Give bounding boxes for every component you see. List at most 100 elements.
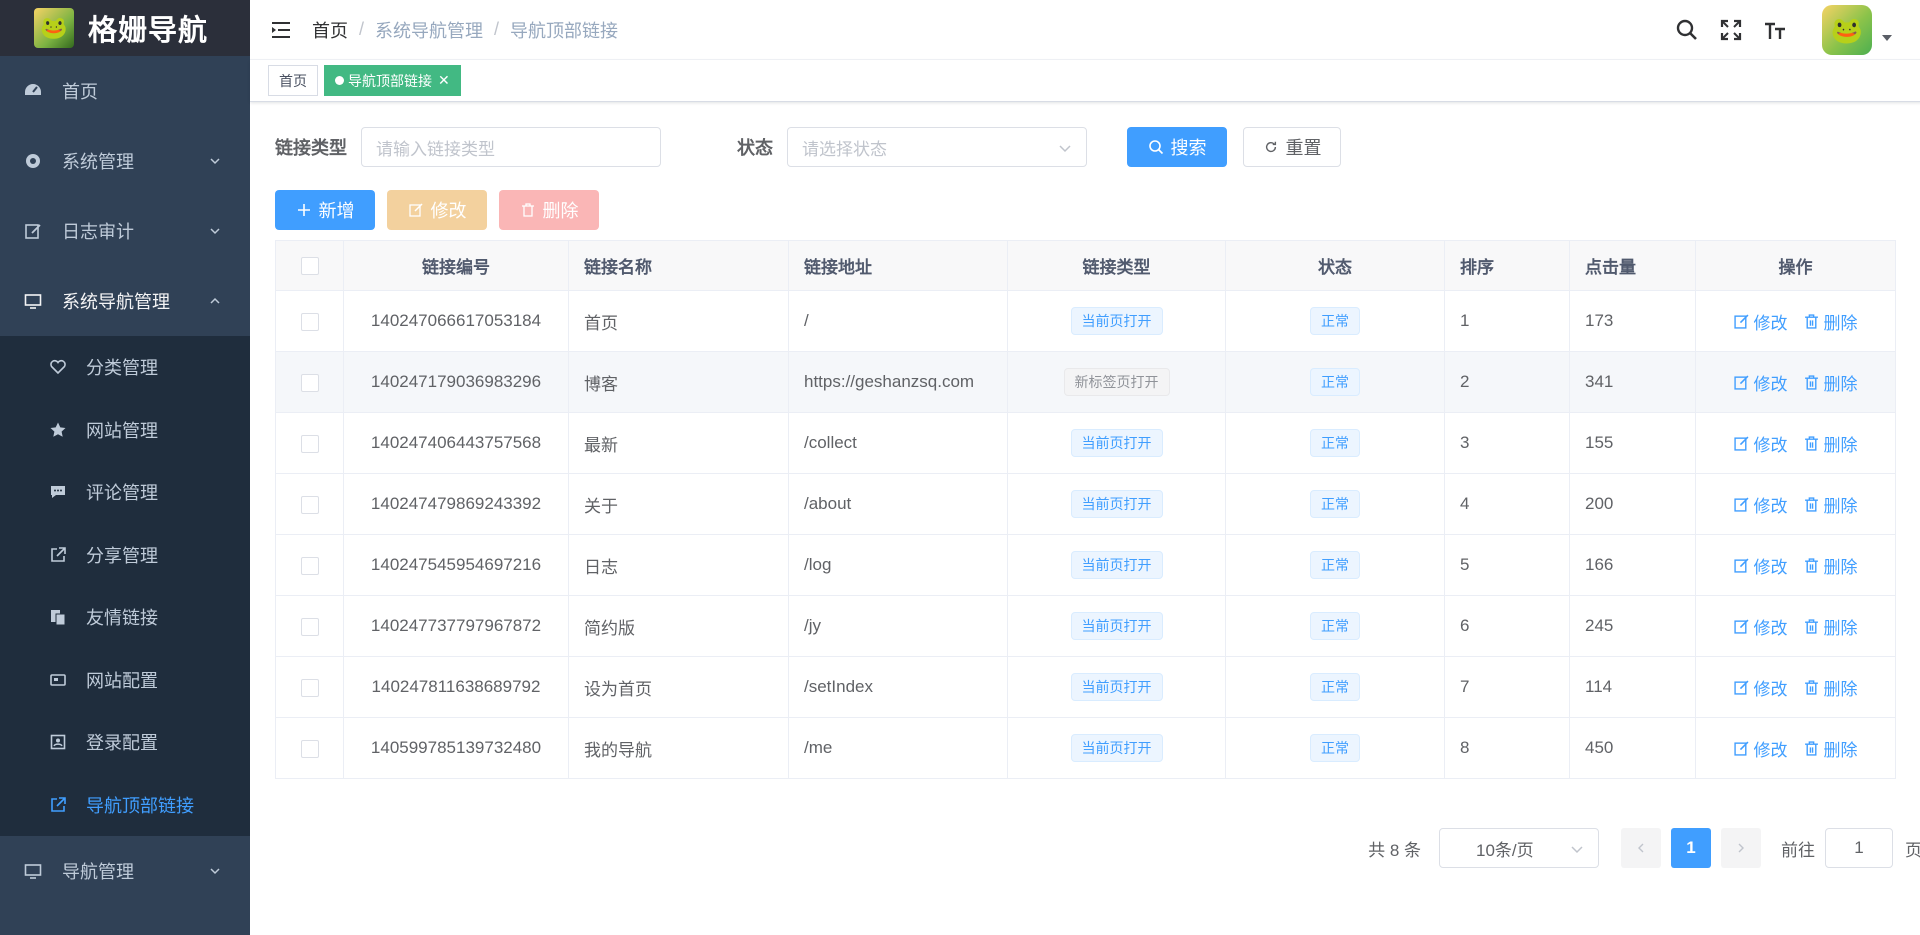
link-id-cell: 140247479869243392 <box>343 473 569 535</box>
sidebar-item-login-config[interactable]: 登录配置 <box>0 711 250 774</box>
row-delete-button[interactable]: 删除 <box>1804 736 1858 761</box>
row-delete-button[interactable]: 删除 <box>1804 675 1858 700</box>
pagination: 共 8 条 10条/页 1 前往 1 页 <box>1368 828 1920 868</box>
table-row[interactable]: 140247406443757568 最新/collect 当前页打开 正常 3 155 修… <box>275 412 1896 474</box>
row-edit-button[interactable]: 修改 <box>1733 614 1788 639</box>
row-delete-button[interactable]: 删除 <box>1804 309 1858 334</box>
row-edit-button[interactable]: 修改 <box>1733 492 1788 517</box>
select-all-checkbox[interactable] <box>300 257 319 276</box>
sidebar-item-category[interactable]: 分类管理 <box>0 336 250 399</box>
row-delete-button[interactable]: 删除 <box>1804 492 1858 517</box>
row-checkbox[interactable] <box>300 739 319 758</box>
reset-button[interactable]: 重置 <box>1243 127 1341 167</box>
row-edit-label: 修改 <box>1753 374 1788 394</box>
row-delete-button[interactable]: 删除 <box>1804 370 1858 395</box>
caret-down-icon[interactable] <box>1882 35 1892 41</box>
sidebar-item-sites[interactable]: 网站管理 <box>0 399 250 462</box>
link-id-cell: 140247179036983296 <box>343 351 569 413</box>
row-delete-button[interactable]: 删除 <box>1804 553 1858 578</box>
hamburger-icon[interactable] <box>270 19 292 41</box>
table-row[interactable]: 140247179036983296 博客 https://geshanzsq.co… <box>275 351 1896 413</box>
breadcrumb-item-home[interactable]: 首页 <box>312 17 348 43</box>
edit-icon <box>24 222 42 240</box>
sidebar-item-label: 评论管理 <box>86 483 158 504</box>
toolbar: 新增 修改 删除 <box>275 190 1896 230</box>
clicks-cell: 245 <box>1569 595 1696 657</box>
star-icon <box>48 420 68 440</box>
status-badge: 正常 <box>1310 734 1360 762</box>
add-button[interactable]: 新增 <box>275 190 375 230</box>
row-edit-button[interactable]: 修改 <box>1733 309 1788 334</box>
logo[interactable]: 🐸 格姗导航 <box>0 0 250 56</box>
status-cell: 正常 <box>1225 412 1445 474</box>
dashboard-icon <box>24 82 42 100</box>
sidebar-item-top-links[interactable]: 导航顶部链接 <box>0 774 250 837</box>
delete-button[interactable]: 删除 <box>499 190 599 230</box>
sidebar-item-nav[interactable]: 导航管理 <box>0 836 250 906</box>
link-type-label: 链接类型 <box>275 138 347 158</box>
table-row[interactable]: 140247066617053184 首页 / 当前页打开 正常 1 173 修改 删除 <box>275 290 1896 352</box>
link-url-cell: /jy <box>788 595 1008 657</box>
close-icon[interactable]: ✕ <box>438 72 450 89</box>
row-edit-button[interactable]: 修改 <box>1733 431 1788 456</box>
edit-button[interactable]: 修改 <box>387 190 487 230</box>
table-row[interactable]: 140247737797967872 简约版/jy 当前页打开 正常 6 245 修改 删除 <box>275 595 1896 657</box>
page-size-value: 10条/页 <box>1476 840 1534 860</box>
table-row[interactable]: 140247479869243392 关于/about 当前页打开 正常 4 200 修改 删… <box>275 473 1896 535</box>
table-row[interactable]: 140599785139732480 我的导航/me 当前页打开 正常 8 450 修改 删除 <box>275 717 1896 779</box>
page-number-active[interactable]: 1 <box>1671 828 1711 868</box>
row-edit-button[interactable]: 修改 <box>1733 370 1788 395</box>
table-row[interactable]: 140247811638689792 设为首页/setIndex 当前页打开 正常 7 1… <box>275 656 1896 718</box>
sidebar-item-share[interactable]: 分享管理 <box>0 524 250 587</box>
row-edit-button[interactable]: 修改 <box>1733 675 1788 700</box>
sidebar-item-friend-links[interactable]: 友情链接 <box>0 586 250 649</box>
row-checkbox[interactable] <box>300 373 319 392</box>
row-checkbox[interactable] <box>300 617 319 636</box>
search-button[interactable]: 搜索 <box>1127 127 1227 167</box>
link-type-cell: 新标签页打开 <box>1007 351 1226 413</box>
row-checkbox[interactable] <box>300 678 319 697</box>
link-name-cell: 博客 <box>568 351 789 413</box>
trash-icon <box>1804 435 1818 451</box>
avatar[interactable]: 🐸 <box>1822 5 1872 55</box>
goto-page-input[interactable]: 1 <box>1825 828 1893 868</box>
next-page-button[interactable] <box>1721 828 1761 868</box>
row-checkbox[interactable] <box>300 495 319 514</box>
status-cell: 正常 <box>1225 534 1445 596</box>
row-delete-label: 删除 <box>1823 374 1858 394</box>
breadcrumb-item-nav-admin[interactable]: 系统导航管理 <box>375 17 483 43</box>
sidebar-item-nav-admin[interactable]: 系统导航管理 <box>0 266 250 336</box>
row-checkbox[interactable] <box>300 556 319 575</box>
sidebar-item-home[interactable]: 首页 <box>0 56 250 126</box>
font-size-icon[interactable] <box>1762 17 1788 43</box>
pagination-total: 共 8 条 <box>1368 840 1421 860</box>
link-type-input[interactable]: 请输入链接类型 <box>361 127 661 167</box>
fullscreen-icon[interactable] <box>1718 17 1744 43</box>
sidebar-item-log[interactable]: 日志审计 <box>0 196 250 266</box>
row-delete-button[interactable]: 删除 <box>1804 614 1858 639</box>
search-icon[interactable] <box>1674 17 1700 43</box>
row-edit-button[interactable]: 修改 <box>1733 553 1788 578</box>
row-checkbox[interactable] <box>300 312 319 331</box>
sidebar-item-comments[interactable]: 评论管理 <box>0 461 250 524</box>
row-checkbox[interactable] <box>300 434 319 453</box>
row-delete-button[interactable]: 删除 <box>1804 431 1858 456</box>
link-url-cell: /log <box>788 534 1008 596</box>
row-select-cell <box>275 534 344 596</box>
link-id-cell: 140247406443757568 <box>343 412 569 474</box>
table-row[interactable]: 140247545954697216 日志/log 当前页打开 正常 5 166 修改 删除 <box>275 534 1896 596</box>
edit-icon <box>1733 314 1748 329</box>
row-edit-label: 修改 <box>1753 557 1788 577</box>
sidebar-item-label: 分享管理 <box>86 545 158 566</box>
row-edit-button[interactable]: 修改 <box>1733 736 1788 761</box>
prev-page-button[interactable] <box>1621 828 1661 868</box>
tag-top-links[interactable]: 导航顶部链接 ✕ <box>324 65 461 96</box>
link-type-cell: 当前页打开 <box>1007 717 1226 779</box>
link-name-cell: 我的导航 <box>568 717 789 779</box>
sidebar-item-site-config[interactable]: 网站配置 <box>0 649 250 712</box>
sidebar-item-system[interactable]: 系统管理 <box>0 126 250 196</box>
status-select[interactable]: 请选择状态 <box>787 127 1087 167</box>
page-size-select[interactable]: 10条/页 <box>1439 828 1599 868</box>
tag-home[interactable]: 首页 <box>268 65 318 96</box>
trash-icon <box>1804 496 1818 512</box>
